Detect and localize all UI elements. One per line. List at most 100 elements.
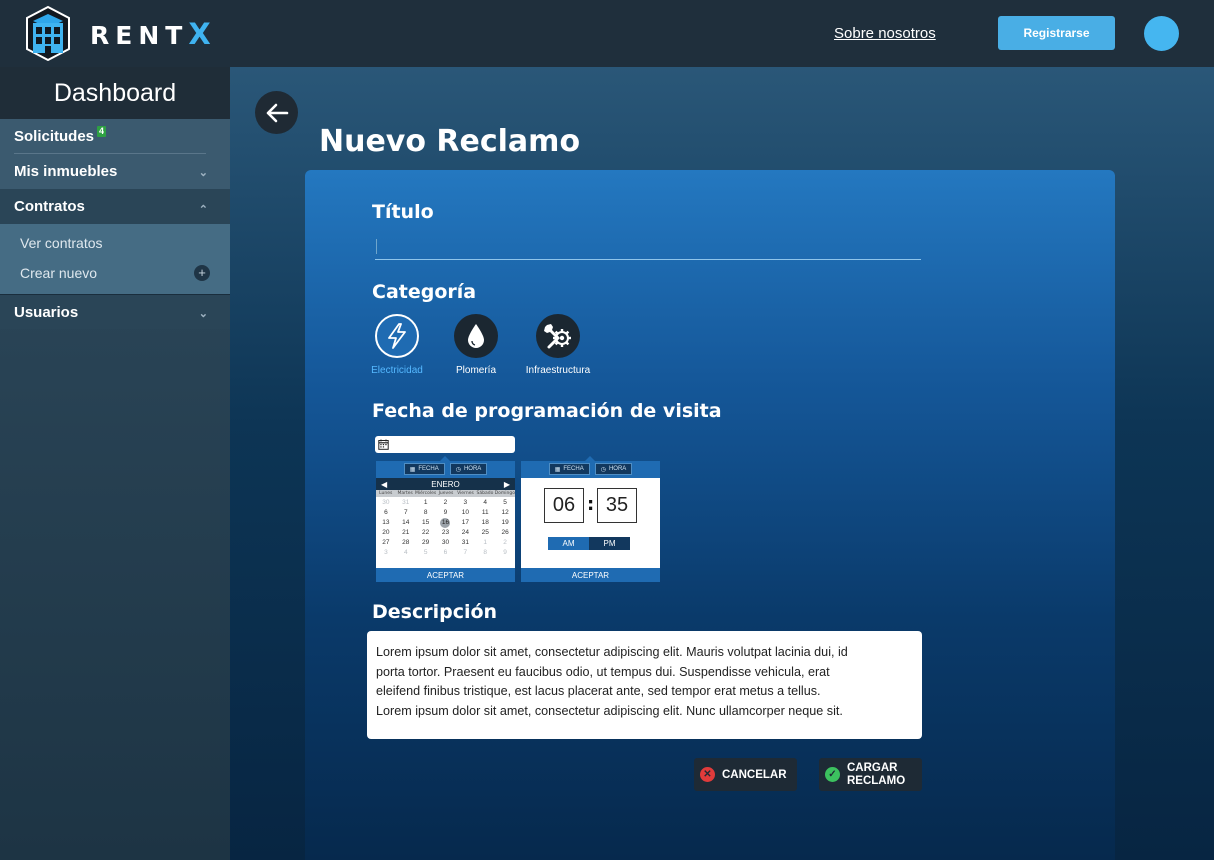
calendar-day[interactable]: 24: [462, 529, 469, 536]
calendar-day[interactable]: 26: [501, 529, 508, 536]
clock-icon: ◷: [455, 466, 461, 473]
chevron-up-icon[interactable]: ⌃: [199, 203, 208, 216]
calendar-day[interactable]: 15: [422, 519, 429, 526]
register-button[interactable]: Registrarse: [998, 16, 1115, 50]
back-button[interactable]: [255, 91, 298, 134]
sidebar-item-usuarios[interactable]: Usuarios ⌄: [0, 294, 230, 329]
weekday-label: Sábado: [476, 491, 494, 496]
calendar-day[interactable]: 6: [444, 549, 448, 556]
chevron-down-icon[interactable]: ⌄: [199, 307, 208, 320]
calendar-day[interactable]: 1: [483, 539, 487, 546]
calendar-day[interactable]: 25: [482, 529, 489, 536]
calendar-day[interactable]: 10: [462, 509, 469, 516]
tab-hora[interactable]: ◷ HORA: [449, 463, 488, 475]
calendar-cell: 11: [475, 508, 495, 518]
calendar-cell: 6: [436, 548, 456, 558]
calendar-day[interactable]: 7: [464, 549, 468, 556]
calendar-day[interactable]: 17: [462, 519, 469, 526]
calendar-day[interactable]: 30: [382, 499, 389, 506]
calendar-day[interactable]: 8: [483, 549, 487, 556]
calendar-day[interactable]: 9: [444, 509, 448, 516]
calendar-day[interactable]: 31: [402, 499, 409, 506]
calendar-day[interactable]: 3: [384, 549, 388, 556]
calendar-day[interactable]: 21: [402, 529, 409, 536]
sidebar-item-mis-inmuebles[interactable]: Mis inmuebles ⌄: [0, 154, 230, 189]
sidebar-item-contratos[interactable]: Contratos ⌃: [0, 189, 230, 224]
am-button[interactable]: AM: [548, 537, 589, 550]
calendar-cell: 21: [396, 528, 416, 538]
water-drop-icon: [454, 314, 498, 358]
cancel-button[interactable]: ✕ CANCELAR: [694, 758, 797, 791]
next-month-icon[interactable]: ▶: [504, 480, 510, 489]
calendar-day[interactable]: 14: [402, 519, 409, 526]
month-name: ENERO: [431, 479, 460, 489]
calendar-day[interactable]: 8: [424, 509, 428, 516]
calendar-day[interactable]: 27: [382, 539, 389, 546]
description-textarea[interactable]: Lorem ipsum dolor sit amet, consectetur …: [367, 631, 922, 739]
date-input[interactable]: [375, 436, 515, 453]
calendar-icon: ▦: [409, 466, 416, 473]
minute-field[interactable]: 35: [597, 488, 637, 523]
calendar-day[interactable]: 6: [384, 509, 388, 516]
category-plomeria[interactable]: Plomería: [431, 314, 521, 376]
calendar-day[interactable]: 11: [482, 509, 489, 516]
calendar-day[interactable]: 5: [424, 549, 428, 556]
picker-tabs: ▦ FECHA ◷ HORA: [521, 461, 660, 478]
calendar-cell: 17: [455, 518, 475, 528]
calendar-cell: 25: [475, 528, 495, 538]
calendar-day[interactable]: 2: [503, 539, 507, 546]
sidebar-item-label: Mis inmuebles: [14, 163, 118, 180]
plus-icon[interactable]: +: [194, 265, 210, 281]
sidebar-subitem-ver-contratos[interactable]: Ver contratos: [0, 228, 230, 258]
notification-badge: 4: [97, 126, 107, 137]
calendar-day[interactable]: 13: [382, 519, 389, 526]
time-accept-button[interactable]: ACEPTAR: [521, 568, 660, 582]
calendar-day[interactable]: 19: [501, 519, 508, 526]
calendar-day[interactable]: 30: [442, 539, 449, 546]
calendar-day[interactable]: 3: [464, 499, 468, 506]
text-caret: [376, 239, 377, 254]
tab-fecha[interactable]: ▦ FECHA: [548, 463, 590, 475]
submit-label-line-1: CARGAR: [847, 761, 898, 774]
calendar-day[interactable]: 1: [424, 499, 428, 506]
calendar-day[interactable]: 22: [422, 529, 429, 536]
calendar-day[interactable]: 12: [501, 509, 508, 516]
time-body: 06 : 35 AM PM: [521, 478, 660, 568]
calendar-accept-button[interactable]: ACEPTAR: [376, 568, 515, 582]
calendar-day[interactable]: 7: [404, 509, 408, 516]
calendar-day[interactable]: 4: [404, 549, 408, 556]
calendar-day[interactable]: 2: [444, 499, 448, 506]
calendar-day[interactable]: 18: [482, 519, 489, 526]
category-infraestructura[interactable]: Infraestructura: [513, 314, 603, 376]
prev-month-icon[interactable]: ◀: [381, 480, 387, 489]
calendar-day[interactable]: 4: [483, 499, 487, 506]
title-input[interactable]: [375, 234, 921, 260]
tab-fecha[interactable]: ▦ FECHA: [403, 463, 445, 475]
about-us-link[interactable]: Sobre nosotros: [834, 25, 936, 42]
brand-name[interactable]: RENTX: [90, 17, 211, 51]
submit-claim-button[interactable]: ✓ CARGAR RECLAMO: [819, 758, 922, 791]
sidebar-item-solicitudes[interactable]: Solicitudes 4: [0, 119, 230, 154]
calendar-day-selected[interactable]: 16: [440, 518, 451, 528]
chevron-down-icon[interactable]: ⌄: [199, 166, 208, 179]
sidebar-subitem-crear-nuevo[interactable]: Crear nuevo +: [0, 258, 230, 288]
pm-button[interactable]: PM: [589, 537, 630, 550]
calendar-day[interactable]: 20: [382, 529, 389, 536]
calendar-day[interactable]: 29: [422, 539, 429, 546]
calendar-day[interactable]: 23: [442, 529, 449, 536]
day-grid: 30 31 1 2 3 4 5 6 7 8 9 10 11 12 13 14 15 16 17 18 19 20 21 22 2…: [376, 497, 515, 559]
calendar-day[interactable]: 28: [402, 539, 409, 546]
category-electricidad[interactable]: Electricidad: [352, 314, 442, 376]
calendar-cell: 4: [396, 548, 416, 558]
calendar-cell: 5: [495, 498, 515, 508]
building-logo-icon[interactable]: [25, 5, 71, 61]
avatar[interactable]: [1144, 16, 1179, 51]
calendar-day[interactable]: 5: [503, 499, 507, 506]
calendar-cell: 3: [455, 498, 475, 508]
calendar-day[interactable]: 9: [503, 549, 507, 556]
description-line: eleifend finibus tristique, est lacus pl…: [376, 684, 821, 698]
tab-hora[interactable]: ◷ HORA: [594, 463, 633, 475]
hour-field[interactable]: 06: [544, 488, 584, 523]
weekday-header: Lunes Martes Miércoles Jueves Viernes Sábado D…: [376, 490, 515, 497]
calendar-day[interactable]: 31: [462, 539, 469, 546]
